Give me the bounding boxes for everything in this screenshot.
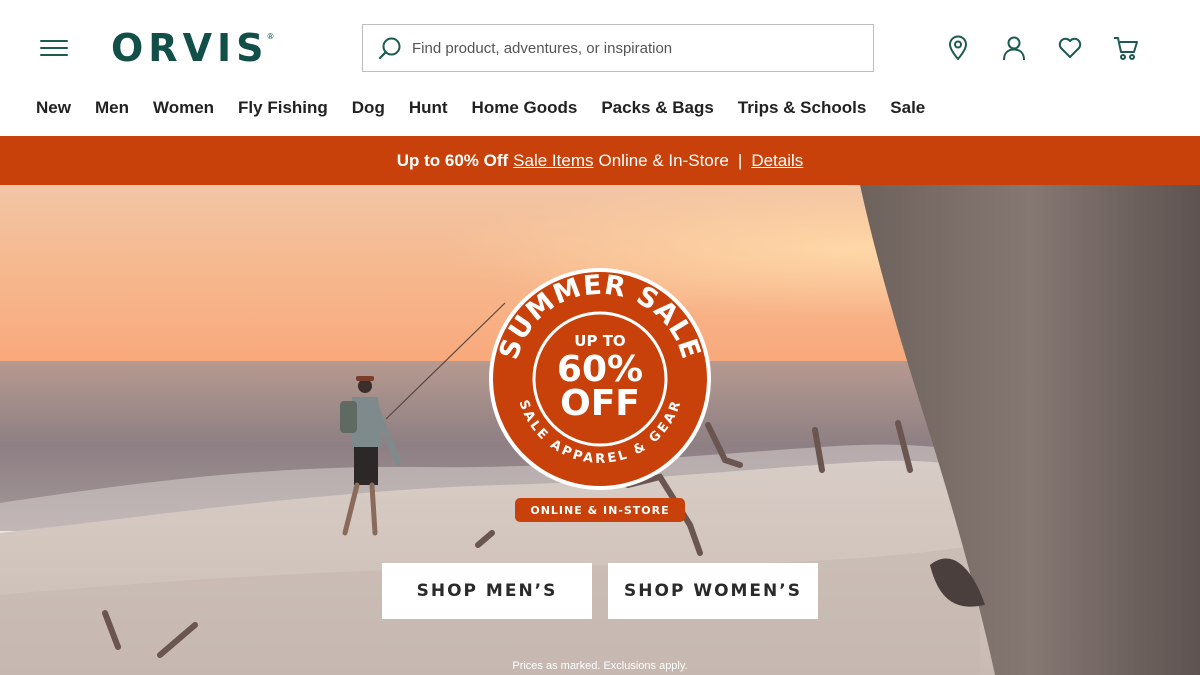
sale-items-link[interactable]: Sale Items [513,151,593,171]
search-input[interactable] [412,39,852,57]
shop-mens-button[interactable]: SHOP MEN’S [382,563,592,619]
nav-item-men[interactable]: Men [95,98,129,118]
nav-item-packs-bags[interactable]: Packs & Bags [601,98,713,118]
search-bar[interactable] [362,24,874,72]
registered-mark: ® [266,32,275,41]
fine-print: Prices as marked. Exclusions apply. [512,660,688,672]
badge-up-to: UP TO [574,332,625,350]
account-icon[interactable] [1000,34,1028,62]
nav-item-home-goods[interactable]: Home Goods [472,98,578,118]
menu-line [40,40,68,42]
nav-item-fly-fishing[interactable]: Fly Fishing [238,98,328,118]
site-header: ORVIS ® Find product, adventures, or ins… [0,0,1200,136]
logo-text: ORVIS [111,26,269,70]
main-nav: New Men Women Fly Fishing Dog Hunt Home … [36,96,949,120]
orvis-logo[interactable]: ORVIS ® [111,26,274,70]
online-in-store-pill: ONLINE & IN-STORE [515,498,685,522]
nav-item-hunt[interactable]: Hunt [409,98,448,118]
badge-off: OFF [560,383,640,424]
details-link[interactable]: Details [751,151,803,171]
nav-item-sale[interactable]: Sale [890,98,925,118]
search-icon[interactable] [377,35,403,61]
nav-item-dog[interactable]: Dog [352,98,385,118]
nav-item-new[interactable]: New [36,98,71,118]
shop-womens-button[interactable]: SHOP WOMEN’S [608,563,818,619]
location-pin-icon[interactable] [944,34,972,62]
cart-icon[interactable] [1112,34,1140,62]
menu-line [40,47,68,49]
nav-item-trips-schools[interactable]: Trips & Schools [738,98,866,118]
promo-channel-text: Online & In-Store [598,150,729,170]
nav-item-women[interactable]: Women [153,98,214,118]
promo-headline: Up to 60% Off [396,150,509,170]
hamburger-menu-icon[interactable] [38,36,70,60]
promo-banner: Up to 60% Off Sale Items Online & In-Sto… [0,136,1200,185]
hero-banner[interactable]: SUMMER SALE SALE APPAREL & GEAR UP TO 60… [0,185,1200,675]
menu-line [40,54,68,56]
summer-sale-badge: SUMMER SALE SALE APPAREL & GEAR UP TO 60… [489,268,711,490]
promo-separator: | [737,150,743,170]
heart-icon[interactable] [1056,34,1084,62]
